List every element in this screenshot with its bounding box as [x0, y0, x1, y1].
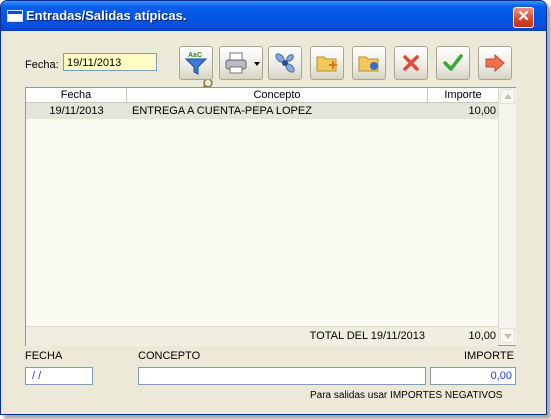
funnel-abc-icon: AaC [184, 52, 208, 75]
dialog-body: Fecha: 19/11/2013 AaC Fecha Concepto Imp… [5, 31, 542, 410]
tools-button[interactable] [268, 46, 302, 80]
total-label: TOTAL DEL 19/11/2013 [309, 330, 425, 342]
column-header-fecha[interactable]: Fecha [26, 88, 127, 102]
fecha-filter-label: Fecha: [25, 59, 59, 71]
svg-text:AaC: AaC [188, 52, 202, 59]
close-icon: ✕ [517, 8, 530, 25]
vertical-scrollbar[interactable] [498, 88, 516, 345]
column-header-importe[interactable]: Importe [428, 88, 498, 102]
propeller-icon [275, 53, 295, 73]
cell-fecha: 19/11/2013 [49, 105, 104, 117]
close-button[interactable]: ✕ [513, 7, 534, 28]
grid-header: Fecha Concepto Importe [26, 88, 498, 103]
filter-button[interactable]: AaC [179, 46, 213, 80]
negative-amount-hint: Para salidas usar IMPORTES NEGATIVOS [310, 390, 503, 401]
folder-edit-icon [358, 56, 379, 72]
print-button[interactable] [219, 46, 253, 80]
print-dropdown-button[interactable] [252, 46, 263, 80]
fecha-field[interactable]: / / [25, 367, 93, 385]
cell-concepto: ENTREGA A CUENTA-PEPA LOPEZ [132, 105, 312, 117]
title-bar[interactable]: Entradas/Salidas atípicas. ✕ [1, 1, 546, 31]
concepto-label: CONCEPTO [138, 350, 201, 362]
green-check-icon [443, 54, 463, 71]
edit-button[interactable] [352, 46, 386, 80]
total-value: 10,00 [468, 330, 496, 342]
grid-total-row: TOTAL DEL 19/11/2013 10,00 [26, 326, 498, 346]
red-x-icon [403, 55, 419, 71]
window-icon [7, 10, 23, 22]
importe-label: IMPORTE [464, 350, 514, 362]
printer-icon [225, 52, 247, 74]
fecha-filter-input[interactable]: 19/11/2013 [63, 53, 213, 92]
records-grid[interactable]: Fecha Concepto Importe 19/11/2013 ENTREG… [25, 87, 516, 346]
accept-button[interactable] [436, 46, 470, 80]
concepto-field[interactable] [138, 367, 426, 385]
new-button[interactable] [310, 46, 344, 80]
scroll-down-button[interactable] [500, 328, 515, 343]
fecha-filter-value: 19/11/2013 [67, 57, 122, 69]
fecha-label: FECHA [25, 350, 63, 362]
red-arrow-exit-icon [485, 53, 505, 73]
scroll-up-button[interactable] [500, 89, 515, 104]
folder-add-icon [316, 56, 337, 72]
delete-button[interactable] [394, 46, 428, 80]
importe-field[interactable]: 0,00 [430, 367, 516, 385]
cell-importe: 10,00 [468, 105, 496, 117]
window-title: Entradas/Salidas atípicas. [26, 8, 187, 23]
table-row[interactable]: 19/11/2013 ENTREGA A CUENTA-PEPA LOPEZ 1… [26, 103, 498, 119]
dialog-window: Entradas/Salidas atípicas. ✕ Fecha: 19/1… [0, 0, 547, 415]
exit-button[interactable] [478, 46, 512, 80]
column-header-concepto[interactable]: Concepto [127, 88, 428, 102]
